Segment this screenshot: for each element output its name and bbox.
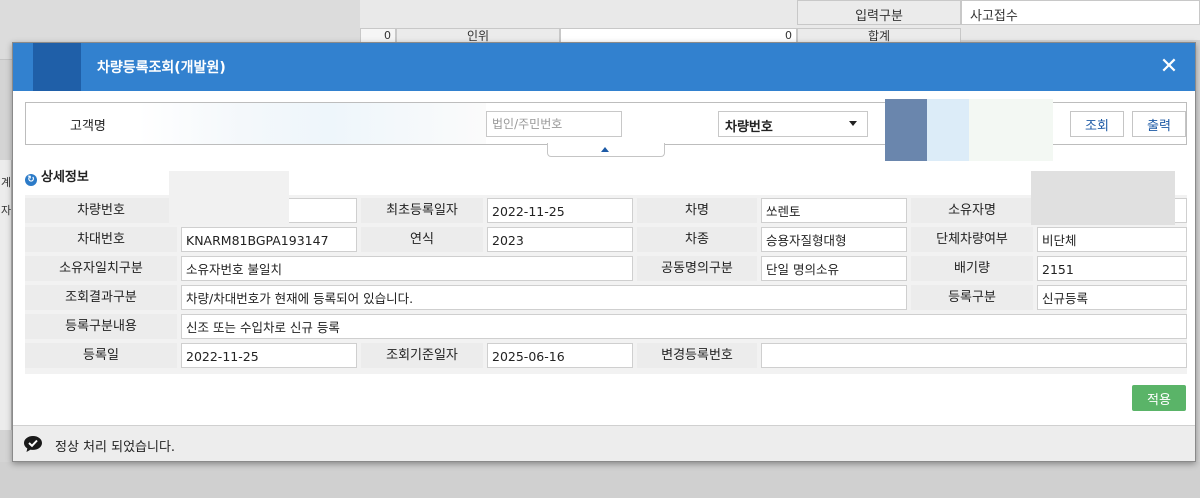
displacement-value: 2151 — [1037, 256, 1187, 281]
model-year-value: 2023 — [487, 227, 633, 252]
query-result-label: 조회결과구분 — [25, 285, 177, 310]
customer-name-label: 고객명 — [70, 119, 106, 134]
model-year-label: 연식 — [361, 227, 483, 252]
group-vehicle-label: 단체차량여부 — [911, 227, 1033, 252]
status-bar: 정상 처리 되었습니다. — [13, 425, 1195, 461]
bg-left-text: 자 — [1, 204, 12, 217]
registration-desc-label: 등록구분내용 — [25, 314, 177, 339]
bg-left-text: 계 — [1, 176, 12, 189]
apply-button[interactable]: 적용 — [1132, 385, 1186, 411]
vehicle-number-masked — [927, 99, 969, 161]
search-button[interactable]: 조회 — [1070, 111, 1124, 137]
car-name-value: 쏘렌토 — [761, 198, 907, 223]
vehicle-registration-dialog: 차량등록조회(개발원) ✕ 고객명 차량번호 조회 출력 ↻ 상세정보 차량번호 … — [12, 42, 1196, 462]
bg-bottom-area — [0, 462, 1200, 498]
chevron-down-icon — [849, 121, 857, 126]
registration-date-label: 등록일 — [25, 343, 177, 368]
customer-name-masked[interactable] — [138, 103, 486, 144]
chevron-up-icon — [601, 147, 609, 152]
owner-match-value: 소유자번호 불일치 — [181, 256, 633, 281]
section-header: ↻ 상세정보 — [25, 166, 89, 186]
co-owner-value: 단일 명의소유 — [761, 256, 907, 281]
bg-input-type-value: 사고접수 — [961, 0, 1200, 25]
co-owner-label: 공동명의구분 — [637, 256, 757, 281]
collapse-toggle[interactable] — [547, 143, 665, 157]
vehicle-type-select-value: 차량번호 — [725, 120, 773, 135]
status-message: 정상 처리 되었습니다. — [55, 440, 176, 455]
displacement-label: 배기량 — [911, 256, 1033, 281]
plate-number-label: 차량번호 — [25, 198, 177, 223]
group-vehicle-value: 비단체 — [1037, 227, 1187, 252]
bg-input-type-label: 입력구분 — [797, 0, 961, 25]
change-registration-value — [761, 343, 1187, 368]
detail-grid: 차량번호 최초등록일자 2022-11-25 차명 쏘렌토 소유자명 차대번호 … — [25, 171, 1187, 374]
car-kind-value: 승용자질형대형 — [761, 227, 907, 252]
dialog-titlebar: 차량등록조회(개발원) ✕ — [13, 43, 1195, 91]
registration-desc-value: 신조 또는 수입차로 신규 등록 — [181, 314, 1187, 339]
registration-type-value: 신규등록 — [1037, 285, 1187, 310]
close-button[interactable]: ✕ — [1157, 55, 1181, 79]
change-registration-label: 변경등록번호 — [637, 343, 757, 368]
search-bar: 고객명 차량번호 조회 출력 — [25, 99, 1187, 161]
query-result-value: 차량/차대번호가 현재에 등록되어 있습니다. — [181, 285, 907, 310]
vehicle-number-masked — [885, 99, 927, 161]
owner-match-label: 소유자일치구분 — [25, 256, 177, 281]
first-registration-value: 2022-11-25 — [487, 198, 633, 223]
vehicle-number-masked — [969, 99, 1053, 161]
vin-value: KNARM81BGPA193147 — [181, 227, 357, 252]
bg-left-column: 계 자 — [0, 160, 12, 430]
query-date-value: 2025-06-16 — [487, 343, 633, 368]
refresh-icon: ↻ — [25, 174, 37, 186]
plate-number-masked — [169, 171, 289, 225]
owner-name-label: 소유자명 — [911, 198, 1033, 223]
registration-type-label: 등록구분 — [911, 285, 1033, 310]
vin-label: 차대번호 — [25, 227, 177, 252]
dialog-title: 차량등록조회(개발원) — [97, 60, 226, 76]
registration-date-value: 2022-11-25 — [181, 343, 357, 368]
titlebar-accent — [33, 43, 81, 91]
section-title: 상세정보 — [41, 170, 89, 185]
owner-name-masked — [1031, 171, 1175, 225]
first-registration-label: 최초등록일자 — [361, 198, 483, 223]
car-name-label: 차명 — [637, 198, 757, 223]
print-button[interactable]: 출력 — [1132, 111, 1186, 137]
vehicle-type-select[interactable]: 차량번호 — [718, 111, 868, 137]
car-kind-label: 차종 — [637, 227, 757, 252]
speech-bubble-check-icon — [24, 436, 42, 452]
query-date-label: 조회기준일자 — [361, 343, 483, 368]
id-number-input[interactable] — [486, 111, 622, 137]
